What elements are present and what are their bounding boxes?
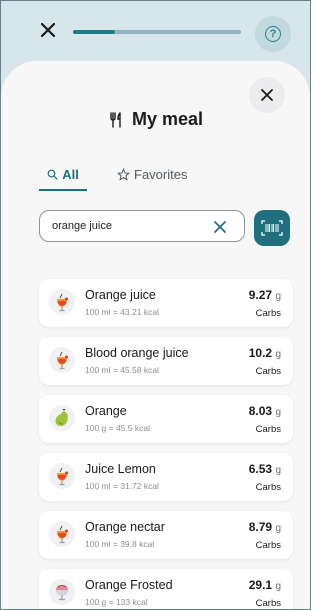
nutrient-amount: 10.2 g — [249, 346, 281, 360]
tab-all[interactable]: All — [39, 159, 87, 189]
cutlery-icon — [110, 111, 121, 128]
nutrient-amount: 8.03 g — [249, 404, 281, 418]
nutrient-unit: g — [275, 407, 281, 418]
nutrient-value: 29.1 — [248, 578, 273, 592]
nutrient-label: Carbs — [255, 598, 281, 609]
page-title: My meal — [131, 109, 204, 129]
help-icon: ? — [265, 26, 281, 42]
nutrient-value: 8.03 — [248, 404, 273, 418]
food-list-item[interactable]: Orange Frosted 100 g = 133 kcal 29.1 g Carb… — [39, 569, 293, 609]
cocktail-icon — [49, 347, 75, 373]
food-name: Orange juice — [85, 288, 156, 302]
nutrient-value: 10.2 — [248, 346, 273, 360]
tab-favorites[interactable]: Favorites — [117, 159, 187, 189]
food-serving-calories: 100 g = 45.5 kcal — [85, 423, 150, 433]
ice-cream-icon — [49, 579, 75, 605]
food-serving-calories: 100 ml = 39.8 kcal — [85, 539, 155, 549]
nutrient-value: 8.79 — [248, 520, 273, 534]
nutrient-unit: g — [275, 465, 281, 476]
nutrient-amount: 8.79 g — [249, 520, 281, 534]
nutrient-label: Carbs — [255, 424, 281, 435]
food-serving-calories: 100 ml = 43.21 kcal — [85, 307, 159, 317]
meal-sheet: My meal All Favorites orange juice Orang… — [1, 61, 310, 609]
top-bar: ? — [1, 1, 310, 63]
food-list-item[interactable]: Blood orange juice 100 ml = 45.58 kcal 10.… — [39, 337, 293, 385]
active-tab-indicator — [39, 189, 87, 191]
cocktail-icon — [49, 463, 75, 489]
food-serving-calories: 100 ml = 31.72 kcal — [85, 481, 159, 491]
food-name: Orange nectar — [85, 520, 165, 534]
nutrient-label: Carbs — [255, 366, 281, 377]
tab-favorites-label: Favorites — [134, 166, 188, 182]
barcode-icon — [261, 220, 283, 236]
nutrient-label: Carbs — [255, 482, 281, 493]
close-icon — [261, 89, 273, 101]
barcode-scan-button[interactable] — [254, 210, 290, 246]
progress-bar — [73, 30, 241, 34]
sheet-close-button[interactable] — [249, 77, 285, 113]
food-list-item[interactable]: Orange nectar 100 ml = 39.8 kcal 8.79 g Car… — [39, 511, 293, 559]
tab-bar: All Favorites — [39, 159, 279, 191]
food-list-item[interactable]: Orange 100 g = 45.5 kcal 8.03 g Carbs — [39, 395, 293, 443]
app-frame: ? My meal All Favorites orange juice Ora… — [0, 0, 311, 610]
nutrient-amount: 6.53 g — [249, 462, 281, 476]
food-name: Juice Lemon — [85, 462, 156, 476]
sheet-header: My meal — [1, 109, 310, 130]
food-list-item[interactable]: Orange juice 100 ml = 43.21 kcal 9.27 g Car… — [39, 279, 293, 327]
food-name: Blood orange juice — [85, 346, 189, 360]
help-button[interactable]: ? — [255, 16, 291, 52]
nutrient-unit: g — [275, 291, 281, 302]
cocktail-icon — [49, 521, 75, 547]
cocktail-icon — [49, 289, 75, 315]
star-icon — [117, 168, 130, 180]
close-icon[interactable] — [39, 21, 57, 39]
food-name: Orange — [85, 404, 127, 418]
nutrient-label: Carbs — [255, 308, 281, 319]
clear-search-icon[interactable] — [212, 219, 228, 235]
nutrient-unit: g — [275, 523, 281, 534]
nutrient-unit: g — [275, 349, 281, 360]
food-serving-calories: 100 g = 133 kcal — [85, 597, 148, 607]
food-serving-calories: 100 ml = 45.58 kcal — [85, 365, 159, 375]
nutrient-unit: g — [275, 581, 281, 592]
nutrient-label: Carbs — [255, 540, 281, 551]
nutrient-amount: 9.27 g — [249, 288, 281, 302]
food-list-item[interactable]: Juice Lemon 100 ml = 31.72 kcal 6.53 g Carb… — [39, 453, 293, 501]
search-input[interactable]: orange juice — [39, 210, 245, 242]
pear-icon — [49, 405, 75, 431]
food-name: Orange Frosted — [85, 578, 173, 592]
nutrient-amount: 29.1 g — [249, 578, 281, 592]
nutrient-value: 6.53 — [248, 462, 273, 476]
progress-bar-fill — [73, 30, 115, 34]
search-input-value[interactable]: orange juice — [52, 220, 112, 232]
nutrient-value: 9.27 — [248, 288, 273, 302]
search-icon — [47, 169, 58, 180]
tab-all-label: All — [62, 166, 79, 182]
